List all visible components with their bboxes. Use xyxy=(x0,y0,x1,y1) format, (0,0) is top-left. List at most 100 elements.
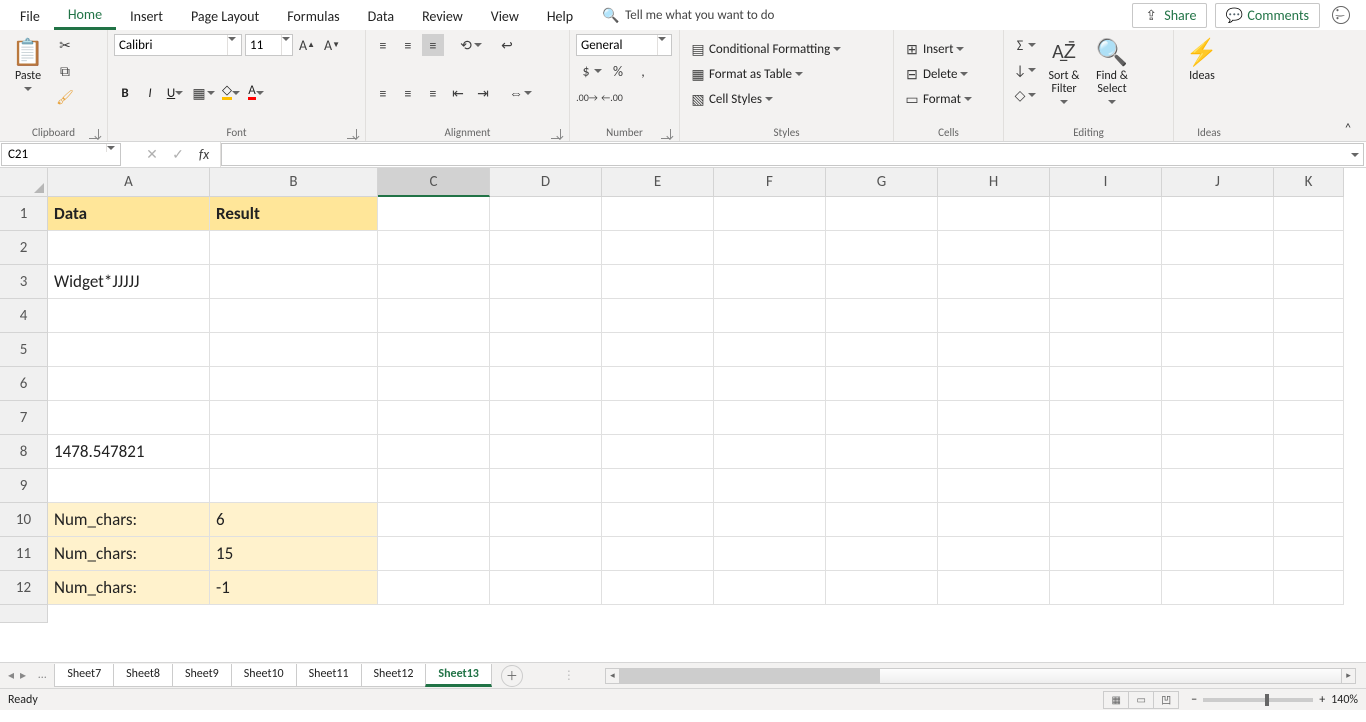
tab-review[interactable]: Review xyxy=(408,2,477,29)
cell-J7[interactable] xyxy=(1162,401,1274,435)
horizontal-scrollbar[interactable]: ◂ ▸ xyxy=(605,668,1356,684)
cell-C8[interactable] xyxy=(378,435,490,469)
cell-G1[interactable] xyxy=(826,197,938,231)
bold-button[interactable]: B xyxy=(114,82,136,104)
collapse-ribbon-button[interactable]: ˄ xyxy=(1330,117,1366,142)
cell-E7[interactable] xyxy=(602,401,714,435)
row-header-3[interactable]: 3 xyxy=(0,265,48,299)
cell-I11[interactable] xyxy=(1050,537,1162,571)
cell-K8[interactable] xyxy=(1274,435,1344,469)
cell-C3[interactable] xyxy=(378,265,490,299)
fill-color-button[interactable]: ◇ xyxy=(220,82,242,104)
align-bottom-button[interactable]: ≡ xyxy=(422,34,444,56)
orientation-button[interactable]: ⟲ xyxy=(456,34,484,56)
cell-I9[interactable] xyxy=(1050,469,1162,503)
cell-E1[interactable] xyxy=(602,197,714,231)
column-header-J[interactable]: J xyxy=(1162,168,1274,197)
increase-decimal-button[interactable]: .00→ xyxy=(576,86,598,108)
conditional-formatting-button[interactable]: ▤ Conditional Formatting xyxy=(686,38,845,60)
cell-C12[interactable] xyxy=(378,571,490,605)
decrease-decimal-button[interactable]: ←.00 xyxy=(601,86,623,108)
font-size-input[interactable] xyxy=(246,38,281,53)
accounting-format-button[interactable]: $ xyxy=(576,60,604,82)
cell-D8[interactable] xyxy=(490,435,602,469)
row-header-8[interactable]: 8 xyxy=(0,435,48,469)
cell-H12[interactable] xyxy=(938,571,1050,605)
row-header-9[interactable]: 9 xyxy=(0,469,48,503)
cell-F6[interactable] xyxy=(714,367,826,401)
align-middle-button[interactable]: ≡ xyxy=(397,34,419,56)
ideas-button[interactable]: ⚡ Ideas xyxy=(1180,34,1224,85)
tab-view[interactable]: View xyxy=(477,2,533,29)
autosum-button[interactable]: Σ xyxy=(1010,34,1038,56)
cell-F10[interactable] xyxy=(714,503,826,537)
insert-cells-button[interactable]: ⊞ Insert xyxy=(900,38,968,60)
zoom-thumb[interactable] xyxy=(1265,694,1269,706)
cell-F8[interactable] xyxy=(714,435,826,469)
cell-A6[interactable] xyxy=(48,367,210,401)
cell-K7[interactable] xyxy=(1274,401,1344,435)
row-header-5[interactable]: 5 xyxy=(0,333,48,367)
column-header-D[interactable]: D xyxy=(490,168,602,197)
column-header-E[interactable]: E xyxy=(602,168,714,197)
column-header-B[interactable]: B xyxy=(210,168,378,197)
cell-D7[interactable] xyxy=(490,401,602,435)
sheet-tab-sheet10[interactable]: Sheet10 xyxy=(231,664,297,687)
cell-I10[interactable] xyxy=(1050,503,1162,537)
cell-A11[interactable]: Num_chars: xyxy=(48,537,210,571)
cell-F3[interactable] xyxy=(714,265,826,299)
cell-B2[interactable] xyxy=(210,231,378,265)
cell-A2[interactable] xyxy=(48,231,210,265)
cell-B12[interactable]: -1 xyxy=(210,571,378,605)
page-layout-view-button[interactable]: ▭ xyxy=(1128,691,1154,709)
tab-file[interactable]: File xyxy=(6,2,54,29)
increase-indent-button[interactable]: ⇥ xyxy=(472,82,494,104)
cell-J4[interactable] xyxy=(1162,299,1274,333)
zoom-out-button[interactable]: − xyxy=(1191,693,1197,707)
column-header-A[interactable]: A xyxy=(48,168,210,197)
cell-D5[interactable] xyxy=(490,333,602,367)
share-button[interactable]: ⇪ Share xyxy=(1132,3,1207,28)
cells-area[interactable]: DataResultWidget*JJJJJ1478.547821Num_cha… xyxy=(48,197,1344,605)
formula-input[interactable] xyxy=(221,143,1364,166)
cell-H1[interactable] xyxy=(938,197,1050,231)
cell-A3[interactable]: Widget*JJJJJ xyxy=(48,265,210,299)
cell-K3[interactable] xyxy=(1274,265,1344,299)
chevron-down-icon[interactable] xyxy=(227,35,241,55)
cell-A5[interactable] xyxy=(48,333,210,367)
column-header-C[interactable]: C xyxy=(378,168,490,197)
cell-G12[interactable] xyxy=(826,571,938,605)
format-cells-button[interactable]: ▭ Format xyxy=(900,88,976,110)
cell-D11[interactable] xyxy=(490,537,602,571)
sheet-tab-sheet13[interactable]: Sheet13 xyxy=(425,664,491,687)
row-header-1[interactable]: 1 xyxy=(0,197,48,231)
cell-F1[interactable] xyxy=(714,197,826,231)
cell-B4[interactable] xyxy=(210,299,378,333)
cell-E11[interactable] xyxy=(602,537,714,571)
cell-H6[interactable] xyxy=(938,367,1050,401)
paste-button[interactable]: 📋 Paste xyxy=(6,34,50,95)
cell-B1[interactable]: Result xyxy=(210,197,378,231)
cell-B6[interactable] xyxy=(210,367,378,401)
cell-K10[interactable] xyxy=(1274,503,1344,537)
cell-K5[interactable] xyxy=(1274,333,1344,367)
cell-K4[interactable] xyxy=(1274,299,1344,333)
row-header-11[interactable]: 11 xyxy=(0,537,48,571)
cell-F12[interactable] xyxy=(714,571,826,605)
page-break-view-button[interactable]: 凹 xyxy=(1153,691,1179,709)
column-header-H[interactable]: H xyxy=(938,168,1050,197)
cell-E9[interactable] xyxy=(602,469,714,503)
cell-A12[interactable]: Num_chars: xyxy=(48,571,210,605)
format-as-table-button[interactable]: ▦ Format as Table xyxy=(686,63,807,85)
tab-overflow-icon[interactable]: … xyxy=(38,668,46,683)
column-header-K[interactable]: K xyxy=(1274,168,1344,197)
find-select-button[interactable]: 🔍 Find & Select xyxy=(1090,34,1134,108)
fx-icon[interactable]: fx xyxy=(196,147,212,163)
cell-I6[interactable] xyxy=(1050,367,1162,401)
merge-center-button[interactable]: ⇔ xyxy=(506,82,534,104)
cell-G7[interactable] xyxy=(826,401,938,435)
column-header-I[interactable]: I xyxy=(1050,168,1162,197)
cell-D4[interactable] xyxy=(490,299,602,333)
chevron-down-icon[interactable] xyxy=(281,35,292,55)
grow-font-button[interactable]: A▲ xyxy=(296,34,318,56)
